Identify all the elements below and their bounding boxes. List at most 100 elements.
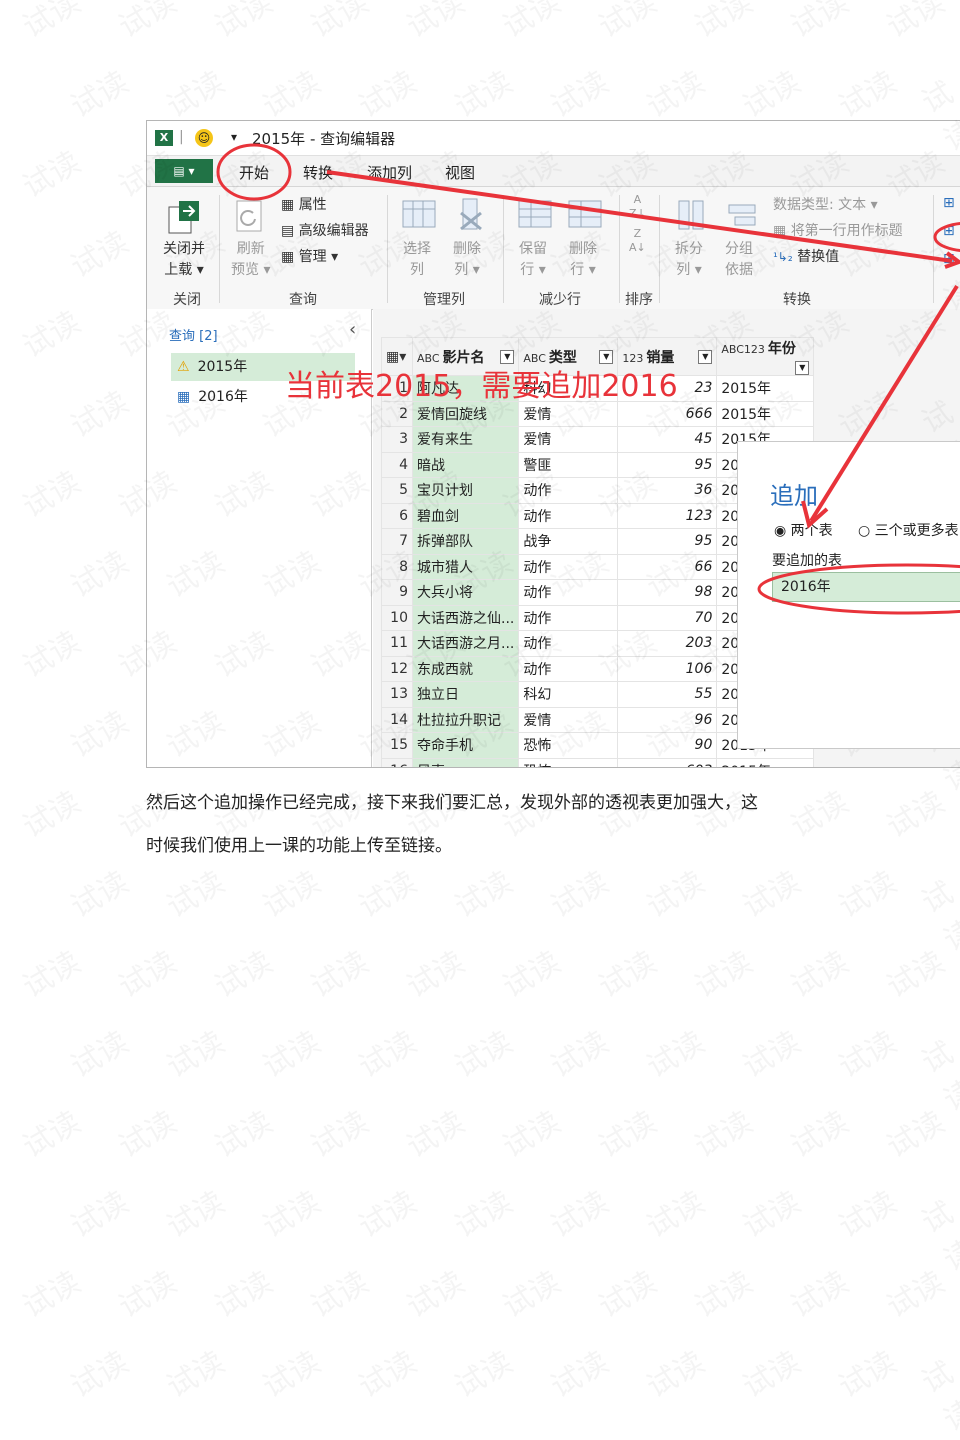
watermark-text: 试读 [829,858,903,926]
sort-ascending-icon[interactable]: A Z↓ [629,193,646,221]
watermark-text: 试读 [13,618,87,686]
watermark-text: 试读 [13,1258,87,1326]
tab-home[interactable]: 开始 [239,162,269,183]
close-and-load-button[interactable]: 关闭并 上载 ▾ [163,239,205,281]
watermark-text: 试读 [589,1258,663,1326]
watermark-text: 试读 [349,1338,423,1406]
split-column-button[interactable]: 拆分列 ▾ [675,239,703,281]
watermark-text: 试读 [912,1348,960,1439]
merge-icon[interactable]: ⊞ [943,221,955,242]
cell-sales: 106 [617,655,718,682]
watermark-text: 试读 [493,0,567,46]
row-number: 8 [381,553,413,580]
watermark-text: 试读 [637,858,711,926]
remove-columns-button[interactable]: 删除列 ▾ [453,239,481,281]
watermark-text: 试读 [637,58,711,126]
collapse-pane-icon[interactable]: ‹ [349,319,356,340]
watermark-text: 试读 [912,1188,960,1279]
watermark-text: 试读 [205,1098,279,1166]
group-by-icon [728,204,756,226]
cell-title: 风声 [411,757,520,767]
remove-rows-button[interactable]: 删除行 ▾ [569,239,597,281]
split-column-icon [678,200,704,230]
queries-pane-title: 查询 [2] [169,329,218,344]
choose-columns-icon [402,200,436,228]
watermark-text: 试读 [912,868,960,959]
properties-button[interactable]: ▦ 属性 [281,195,327,216]
watermark-text: 试读 [781,1098,855,1166]
row-number: 3 [381,426,413,453]
file-menu-button[interactable]: ▤ ▾ [155,159,213,183]
row-number: 13 [381,681,413,708]
filter-dropdown-icon[interactable]: ▼ [698,349,713,364]
radio-two-tables[interactable]: ◉ 两个表 [774,520,833,540]
watermark-text: 试读 [877,1258,951,1326]
title-bar: X | ☺ ▾ 2015年 - 查询编辑器 [147,121,960,156]
ribbon-tabs: ▤ ▾ 开始 转换 添加列 视图 [147,156,960,187]
cell-sales: 55 [617,681,718,708]
warning-icon: ⚠ [177,359,190,375]
radio-three-tables[interactable]: ○ 三个或更多表 [858,520,959,540]
cell-genre: 恐怖 [518,732,619,759]
watermark-text: 试读 [109,1258,183,1326]
quick-access-dropdown-icon[interactable]: ▾ [231,130,237,144]
query-editor-screenshot: X | ☺ ▾ 2015年 - 查询编辑器 ▤ ▾ 开始 转换 添加列 视图 关… [146,120,960,768]
smiley-icon[interactable]: ☺ [195,129,213,147]
watermark-text: 试读 [877,778,951,846]
advanced-editor-button[interactable]: ▤ 高级编辑器 [281,221,369,242]
combine-icon[interactable]: ⊞ [943,193,955,214]
cell-sales: 45 [617,426,718,453]
row-number: 7 [381,528,413,555]
use-first-row-button[interactable]: ▦ 将第一行用作标题 [773,221,903,242]
sort-descending-icon[interactable]: Z A↓ [629,227,646,255]
watermark-text: 试读 [109,1098,183,1166]
dialog-title: 追加 [770,482,818,510]
tab-add-column[interactable]: 添加列 [367,162,412,183]
watermark-text: 试读 [685,938,759,1006]
cell-year: 2015年 [716,757,815,767]
remove-rows-icon [568,200,602,228]
append-icon[interactable]: ⊞ [943,249,955,270]
watermark-text: 试读 [349,1018,423,1086]
cell-genre: 警匪 [518,451,619,478]
append-table-select[interactable]: 2016年 [772,572,960,602]
watermark-text: 试读 [493,938,567,1006]
data-type-dropdown[interactable]: 数据类型: 文本 ▾ [773,195,878,216]
group-label-reduce-rows: 减少行 [539,292,581,308]
group-by-button[interactable]: 分组 依据 [725,239,753,281]
row-number: 16 [381,757,413,767]
cell-genre: 恐怖 [518,757,619,767]
tab-view[interactable]: 视图 [445,162,475,183]
watermark-text: 试读 [877,938,951,1006]
watermark-text: 试读 [637,1018,711,1086]
watermark-text: 试读 [157,858,231,926]
watermark-text: 试读 [157,1178,231,1246]
manage-button[interactable]: ▦ 管理 ▾ [281,247,338,268]
watermark-text: 试读 [829,58,903,126]
any-type-icon: ABC123 [721,343,765,356]
column-header-year[interactable]: ABC123 年份 ▼ [716,337,815,376]
replace-values-button[interactable]: ¹↳₂ 替换值 [773,247,839,268]
append-table-label: 要追加的表 [772,553,842,569]
row-number: 10 [381,604,413,631]
tab-transform[interactable]: 转换 [303,162,333,183]
ribbon-separator [219,195,220,303]
table-row[interactable]: 16风声恐怖6032015年 [381,757,815,767]
choose-columns-button[interactable]: 选择列 [403,239,431,281]
watermark-text: 试读 [13,0,87,46]
group-label-close: 关闭 [173,292,201,308]
group-label-query: 查询 [289,292,317,308]
watermark-text: 试读 [253,58,327,126]
watermark-text: 试读 [61,858,135,926]
cell-sales: 98 [617,579,718,606]
filter-dropdown-icon[interactable]: ▼ [795,361,810,375]
cell-genre: 科幻 [518,681,619,708]
refresh-preview-button[interactable]: 刷新 预览 ▾ [231,239,270,281]
keep-rows-button[interactable]: 保留行 ▾ [519,239,547,281]
cell-title: 爱有来生 [411,426,520,453]
cell-sales: 603 [617,757,718,767]
row-number: 4 [381,451,413,478]
watermark-text: 试读 [541,1178,615,1246]
ribbon-separator [619,195,620,303]
watermark-text: 试读 [589,1098,663,1166]
